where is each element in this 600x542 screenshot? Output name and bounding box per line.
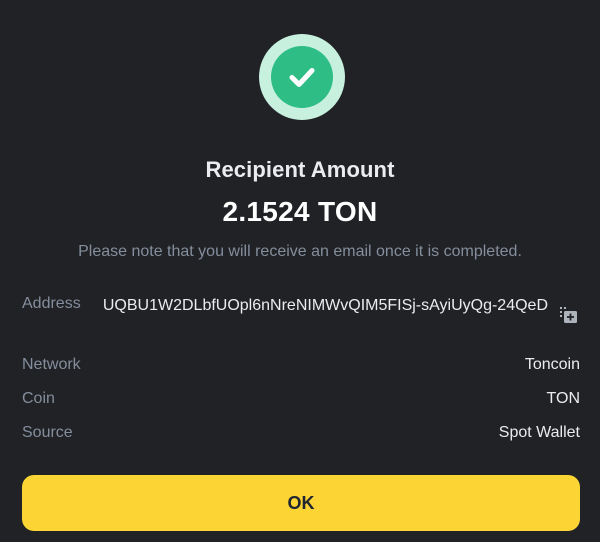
email-note: Please note that you will receive an ema… xyxy=(78,243,522,260)
withdrawal-success-dialog: Recipient Amount 2.1524 TON Please note … xyxy=(0,0,600,542)
coin-value: TON xyxy=(546,390,580,407)
copy-icon[interactable] xyxy=(560,306,578,324)
network-label: Network xyxy=(22,356,81,373)
ok-button[interactable]: OK xyxy=(22,475,580,531)
address-label: Address xyxy=(22,295,81,312)
coin-label: Coin xyxy=(22,390,55,407)
source-label: Source xyxy=(22,424,73,441)
dialog-title: Recipient Amount xyxy=(205,157,395,182)
network-value: Toncoin xyxy=(524,356,580,373)
source-value: Spot Wallet xyxy=(498,424,580,441)
recipient-amount: 2.1524 TON xyxy=(222,196,378,227)
address-row: Address UQBU1W2DLbfUOpl6nNreNIMWvQIM5FIS… xyxy=(22,295,580,345)
address-value: UQBU1W2DLbfUOpl6nNreNIMWvQIM5FISj-sAyiUy… xyxy=(102,297,548,314)
check-circle-icon xyxy=(259,34,345,120)
